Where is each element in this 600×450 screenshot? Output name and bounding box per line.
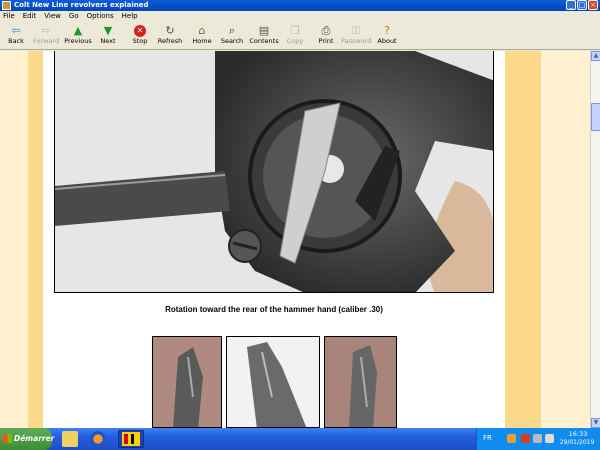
back-arrow-icon: ⇦	[11, 24, 21, 37]
app-tray-icon[interactable]	[521, 434, 530, 443]
clock-date[interactable]: 29/01/2019	[557, 439, 597, 446]
app-logo-icon	[122, 432, 140, 446]
menu-edit[interactable]: Edit	[23, 11, 37, 22]
copy-button[interactable]: ❐ Copy	[285, 25, 305, 46]
print-button[interactable]: ⎙ Print	[316, 25, 336, 46]
window-title: Colt New Line revolvers explained	[14, 1, 149, 9]
search-button[interactable]: ⌕ Search	[220, 25, 244, 46]
password-button[interactable]: ⚿ Password	[341, 25, 371, 46]
title-bar[interactable]: Colt New Line revolvers explained _ □ ×	[0, 0, 600, 11]
menu-file[interactable]: File	[3, 11, 15, 22]
menu-bar: File Edit View Go Options Help	[0, 11, 600, 22]
up-arrow-icon: ▲	[73, 24, 83, 37]
browser-window: Colt New Line revolvers explained _ □ × …	[0, 0, 600, 428]
back-button[interactable]: ⇦ Back	[6, 25, 26, 46]
language-indicator[interactable]: FR	[483, 434, 492, 442]
clock-time[interactable]: 16:33	[561, 430, 595, 438]
taskbar: Démarrer FR 16:33 29/01/2019	[0, 428, 600, 450]
start-label: Démarrer	[14, 434, 55, 443]
key-icon: ⚿	[351, 24, 361, 37]
system-tray: FR 16:33 29/01/2019	[476, 428, 600, 450]
start-button[interactable]: Démarrer	[0, 428, 55, 450]
refresh-button[interactable]: ↻ Refresh	[157, 25, 183, 46]
print-icon: ⎙	[321, 24, 331, 37]
scroll-thumb[interactable]	[591, 103, 600, 131]
previous-button[interactable]: ▲ Previous	[64, 25, 92, 46]
about-button[interactable]: ? About	[376, 25, 398, 46]
search-icon: ⌕	[228, 24, 236, 37]
thumbnail-2[interactable]	[226, 336, 320, 428]
contents-button[interactable]: ▤ Contents	[249, 25, 279, 46]
forward-button[interactable]: ⇨ Forward	[33, 25, 59, 46]
menu-go[interactable]: Go	[69, 11, 79, 22]
firefox-icon[interactable]	[90, 431, 106, 447]
toolbar: ⇦ Back ⇨ Forward ▲ Previous ▼ Next ✕ Sto…	[0, 23, 600, 50]
network-tray-icon[interactable]	[533, 434, 542, 443]
about-icon: ?	[384, 24, 390, 37]
volume-tray-icon[interactable]	[545, 434, 554, 443]
menu-options[interactable]: Options	[87, 11, 114, 22]
right-margin-band	[541, 51, 590, 428]
folder-icon[interactable]	[62, 431, 78, 447]
copy-icon: ❐	[290, 24, 300, 37]
warning-tray-icon[interactable]	[507, 434, 516, 443]
maximize-button[interactable]: □	[577, 0, 587, 10]
menu-help[interactable]: Help	[122, 11, 138, 22]
vertical-scrollbar[interactable]: ▲ ▼	[590, 51, 600, 428]
right-accent-band	[505, 51, 541, 428]
home-button[interactable]: ⌂ Home	[191, 25, 213, 46]
photo-caption: Rotation toward the rear of the hammer h…	[165, 305, 383, 314]
next-button[interactable]: ▼ Next	[98, 25, 118, 46]
taskbar-app-button[interactable]	[118, 430, 144, 448]
minimize-button[interactable]: _	[566, 0, 576, 10]
page-content: Rotation toward the rear of the hammer h…	[0, 51, 590, 428]
home-icon: ⌂	[198, 24, 206, 37]
scroll-up-button[interactable]: ▲	[591, 51, 600, 61]
close-button[interactable]: ×	[588, 0, 598, 10]
refresh-icon: ↻	[165, 24, 175, 37]
scroll-down-button[interactable]: ▼	[591, 418, 600, 428]
stop-icon: ✕	[134, 25, 146, 37]
windows-logo-icon	[3, 434, 12, 443]
app-icon	[2, 1, 11, 10]
stop-button[interactable]: ✕ Stop	[130, 25, 150, 46]
contents-icon: ▤	[258, 24, 270, 37]
down-arrow-icon: ▼	[103, 24, 113, 37]
revolver-frame-image	[55, 51, 493, 292]
left-accent-band	[28, 51, 43, 428]
forward-arrow-icon: ⇨	[41, 24, 51, 37]
hammer-hand-photo	[54, 51, 494, 293]
thumbnail-1[interactable]	[152, 336, 222, 428]
thumbnail-3[interactable]	[324, 336, 397, 428]
menu-view[interactable]: View	[44, 11, 61, 22]
